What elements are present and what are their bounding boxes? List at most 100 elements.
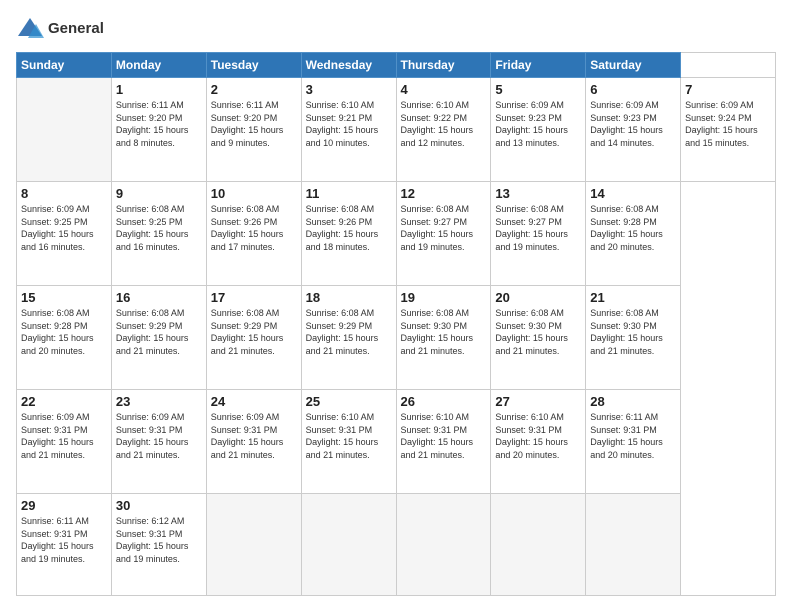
day-info: Sunrise: 6:08 AMSunset: 9:30 PMDaylight:… (495, 307, 581, 357)
day-number: 25 (306, 394, 392, 409)
day-cell: 18 Sunrise: 6:08 AMSunset: 9:29 PMDayligh… (301, 286, 396, 390)
day-cell: 17 Sunrise: 6:08 AMSunset: 9:29 PMDayligh… (206, 286, 301, 390)
day-number: 27 (495, 394, 581, 409)
day-info: Sunrise: 6:12 AMSunset: 9:31 PMDaylight:… (116, 515, 202, 565)
day-info: Sunrise: 6:08 AMSunset: 9:26 PMDaylight:… (306, 203, 392, 253)
day-info: Sunrise: 6:08 AMSunset: 9:26 PMDaylight:… (211, 203, 297, 253)
day-number: 22 (21, 394, 107, 409)
day-number: 13 (495, 186, 581, 201)
col-header-saturday: Saturday (586, 53, 681, 78)
day-number: 12 (401, 186, 487, 201)
day-info: Sunrise: 6:09 AMSunset: 9:31 PMDaylight:… (211, 411, 297, 461)
day-info: Sunrise: 6:10 AMSunset: 9:31 PMDaylight:… (495, 411, 581, 461)
day-number: 29 (21, 498, 107, 513)
day-cell (396, 494, 491, 596)
day-number: 15 (21, 290, 107, 305)
col-header-tuesday: Tuesday (206, 53, 301, 78)
day-info: Sunrise: 6:09 AMSunset: 9:31 PMDaylight:… (21, 411, 107, 461)
day-cell (586, 494, 681, 596)
day-number: 14 (590, 186, 676, 201)
logo-text-line1: General (48, 20, 104, 37)
day-info: Sunrise: 6:08 AMSunset: 9:29 PMDaylight:… (306, 307, 392, 357)
col-header-wednesday: Wednesday (301, 53, 396, 78)
day-cell: 3 Sunrise: 6:10 AMSunset: 9:21 PMDaylight… (301, 78, 396, 182)
day-number: 30 (116, 498, 202, 513)
day-info: Sunrise: 6:08 AMSunset: 9:28 PMDaylight:… (21, 307, 107, 357)
day-cell: 1Sunrise: 6:11 AMSunset: 9:20 PMDaylight… (111, 78, 206, 182)
day-number: 18 (306, 290, 392, 305)
logo: General (16, 16, 104, 42)
day-info: Sunrise: 6:10 AMSunset: 9:21 PMDaylight:… (306, 99, 392, 149)
day-info: Sunrise: 6:08 AMSunset: 9:25 PMDaylight:… (116, 203, 202, 253)
day-number: 5 (495, 82, 581, 97)
day-cell: 19 Sunrise: 6:08 AMSunset: 9:30 PMDayligh… (396, 286, 491, 390)
day-number: 4 (401, 82, 487, 97)
col-header-friday: Friday (491, 53, 586, 78)
logo-icon (16, 16, 44, 42)
col-header-monday: Monday (111, 53, 206, 78)
day-cell: 23 Sunrise: 6:09 AMSunset: 9:31 PMDayligh… (111, 390, 206, 494)
day-cell: 9 Sunrise: 6:08 AMSunset: 9:25 PMDaylight… (111, 182, 206, 286)
day-cell: 25 Sunrise: 6:10 AMSunset: 9:31 PMDayligh… (301, 390, 396, 494)
day-cell: 14 Sunrise: 6:08 AMSunset: 9:28 PMDayligh… (586, 182, 681, 286)
day-info: Sunrise: 6:09 AMSunset: 9:23 PMDaylight:… (495, 99, 581, 149)
day-info: Sunrise: 6:11 AMSunset: 9:20 PMDaylight:… (211, 99, 297, 149)
day-cell: 27 Sunrise: 6:10 AMSunset: 9:31 PMDayligh… (491, 390, 586, 494)
day-cell: 16Sunrise: 6:08 AMSunset: 9:29 PMDayligh… (111, 286, 206, 390)
day-info: Sunrise: 6:08 AMSunset: 9:30 PMDaylight:… (401, 307, 487, 357)
day-cell: 11 Sunrise: 6:08 AMSunset: 9:26 PMDayligh… (301, 182, 396, 286)
day-number: 16 (116, 290, 202, 305)
day-number: 8 (21, 186, 107, 201)
col-header-sunday: Sunday (17, 53, 112, 78)
day-info: Sunrise: 6:08 AMSunset: 9:30 PMDaylight:… (590, 307, 676, 357)
day-cell: 4 Sunrise: 6:10 AMSunset: 9:22 PMDaylight… (396, 78, 491, 182)
day-info: Sunrise: 6:09 AMSunset: 9:23 PMDaylight:… (590, 99, 676, 149)
day-number: 2 (211, 82, 297, 97)
day-cell: 20 Sunrise: 6:08 AMSunset: 9:30 PMDayligh… (491, 286, 586, 390)
day-number: 6 (590, 82, 676, 97)
week-row-2: 8 Sunrise: 6:09 AMSunset: 9:25 PMDaylight… (17, 182, 776, 286)
day-cell: 29 Sunrise: 6:11 AMSunset: 9:31 PMDayligh… (17, 494, 112, 596)
day-info: Sunrise: 6:10 AMSunset: 9:22 PMDaylight:… (401, 99, 487, 149)
day-number: 19 (401, 290, 487, 305)
day-number: 11 (306, 186, 392, 201)
day-number: 24 (211, 394, 297, 409)
day-number: 17 (211, 290, 297, 305)
day-info: Sunrise: 6:08 AMSunset: 9:29 PMDaylight:… (211, 307, 297, 357)
page: General SundayMondayTuesdayWednesdayThur… (0, 0, 792, 612)
day-cell: 6 Sunrise: 6:09 AMSunset: 9:23 PMDaylight… (586, 78, 681, 182)
day-cell (301, 494, 396, 596)
day-cell: 15 Sunrise: 6:08 AMSunset: 9:28 PMDayligh… (17, 286, 112, 390)
day-number: 26 (401, 394, 487, 409)
day-info: Sunrise: 6:09 AMSunset: 9:24 PMDaylight:… (685, 99, 771, 149)
day-cell: 28Sunrise: 6:11 AMSunset: 9:31 PMDayligh… (586, 390, 681, 494)
day-cell: 7 Sunrise: 6:09 AMSunset: 9:24 PMDaylight… (681, 78, 776, 182)
day-info: Sunrise: 6:11 AMSunset: 9:31 PMDaylight:… (21, 515, 107, 565)
week-row-5: 29 Sunrise: 6:11 AMSunset: 9:31 PMDayligh… (17, 494, 776, 596)
day-cell: 22 Sunrise: 6:09 AMSunset: 9:31 PMDayligh… (17, 390, 112, 494)
day-info: Sunrise: 6:10 AMSunset: 9:31 PMDaylight:… (306, 411, 392, 461)
day-cell: 2 Sunrise: 6:11 AMSunset: 9:20 PMDaylight… (206, 78, 301, 182)
day-cell: 12Sunrise: 6:08 AMSunset: 9:27 PMDayligh… (396, 182, 491, 286)
day-cell: 30 Sunrise: 6:12 AMSunset: 9:31 PMDayligh… (111, 494, 206, 596)
day-number: 21 (590, 290, 676, 305)
day-cell: 8 Sunrise: 6:09 AMSunset: 9:25 PMDaylight… (17, 182, 112, 286)
day-cell: 21 Sunrise: 6:08 AMSunset: 9:30 PMDayligh… (586, 286, 681, 390)
day-info: Sunrise: 6:11 AMSunset: 9:31 PMDaylight:… (590, 411, 676, 461)
day-info: Sunrise: 6:09 AMSunset: 9:31 PMDaylight:… (116, 411, 202, 461)
calendar-table: SundayMondayTuesdayWednesdayThursdayFrid… (16, 52, 776, 596)
day-info: Sunrise: 6:09 AMSunset: 9:25 PMDaylight:… (21, 203, 107, 253)
day-cell: 26 Sunrise: 6:10 AMSunset: 9:31 PMDayligh… (396, 390, 491, 494)
col-header-thursday: Thursday (396, 53, 491, 78)
day-cell: 24 Sunrise: 6:09 AMSunset: 9:31 PMDayligh… (206, 390, 301, 494)
day-number: 9 (116, 186, 202, 201)
day-info: Sunrise: 6:08 AMSunset: 9:28 PMDaylight:… (590, 203, 676, 253)
day-info: Sunrise: 6:10 AMSunset: 9:31 PMDaylight:… (401, 411, 487, 461)
header: General (16, 16, 776, 42)
day-number: 3 (306, 82, 392, 97)
week-row-1: 1Sunrise: 6:11 AMSunset: 9:20 PMDaylight… (17, 78, 776, 182)
day-number: 23 (116, 394, 202, 409)
week-row-3: 15 Sunrise: 6:08 AMSunset: 9:28 PMDayligh… (17, 286, 776, 390)
day-number: 20 (495, 290, 581, 305)
day-number: 7 (685, 82, 771, 97)
